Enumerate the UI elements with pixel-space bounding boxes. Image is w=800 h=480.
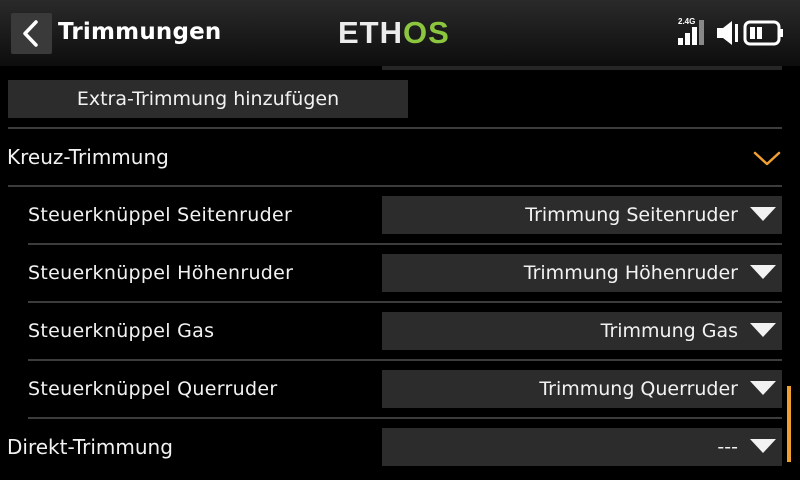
top-bar: Trimmungen ETHOS 2.4G — [0, 0, 800, 66]
divider — [28, 243, 782, 245]
row-label-aileron-stick: Steuerknüppel Querruder — [28, 378, 278, 400]
chevron-down-icon[interactable] — [752, 150, 782, 168]
rudder-trim-select[interactable]: Trimmung Seitenruder — [382, 196, 782, 234]
dropdown-arrow-icon — [750, 381, 776, 395]
page-title: Trimmungen — [58, 19, 222, 45]
row-label-throttle-stick: Steuerknüppel Gas — [28, 320, 215, 342]
select-value: Trimmung Höhenruder — [523, 262, 738, 284]
cross-trim-label[interactable]: Kreuz-Trimmung — [7, 145, 169, 169]
divider — [8, 127, 782, 129]
dropdown-arrow-icon — [750, 323, 776, 337]
aileron-trim-select[interactable]: Trimmung Querruder — [382, 370, 782, 408]
add-extra-trim-button[interactable]: Extra-Trimmung hinzufügen — [8, 80, 408, 118]
scrollbar[interactable] — [787, 386, 791, 462]
signal-bars-icon — [678, 20, 704, 45]
ethos-logo: ETHOS — [338, 15, 450, 50]
elevator-trim-select[interactable]: Trimmung Höhenruder — [382, 254, 782, 292]
select-value: --- — [717, 436, 738, 458]
speaker-muted-icon — [717, 21, 738, 45]
throttle-trim-select[interactable]: Trimmung Gas — [382, 312, 782, 350]
divider — [28, 301, 782, 303]
select-value: Trimmung Querruder — [539, 378, 738, 400]
previous-field-edge — [382, 66, 782, 70]
divider — [28, 359, 782, 361]
dropdown-arrow-icon — [750, 439, 776, 453]
dropdown-arrow-icon — [750, 207, 776, 221]
row-label-elevator-stick: Steuerknüppel Höhenruder — [28, 262, 294, 284]
chevron-left-icon — [23, 20, 38, 47]
row-label-rudder-stick: Steuerknüppel Seitenruder — [28, 204, 293, 226]
divider — [28, 417, 782, 419]
divider — [8, 185, 782, 187]
dropdown-arrow-icon — [750, 265, 776, 279]
battery-icon — [743, 20, 783, 46]
back-button[interactable] — [11, 13, 52, 54]
direct-trim-label: Direkt-Trimmung — [7, 435, 173, 459]
select-value: Trimmung Gas — [600, 320, 738, 342]
select-value: Trimmung Seitenruder — [525, 204, 738, 226]
direct-trim-select[interactable]: --- — [382, 428, 782, 466]
status-icons — [678, 20, 783, 46]
